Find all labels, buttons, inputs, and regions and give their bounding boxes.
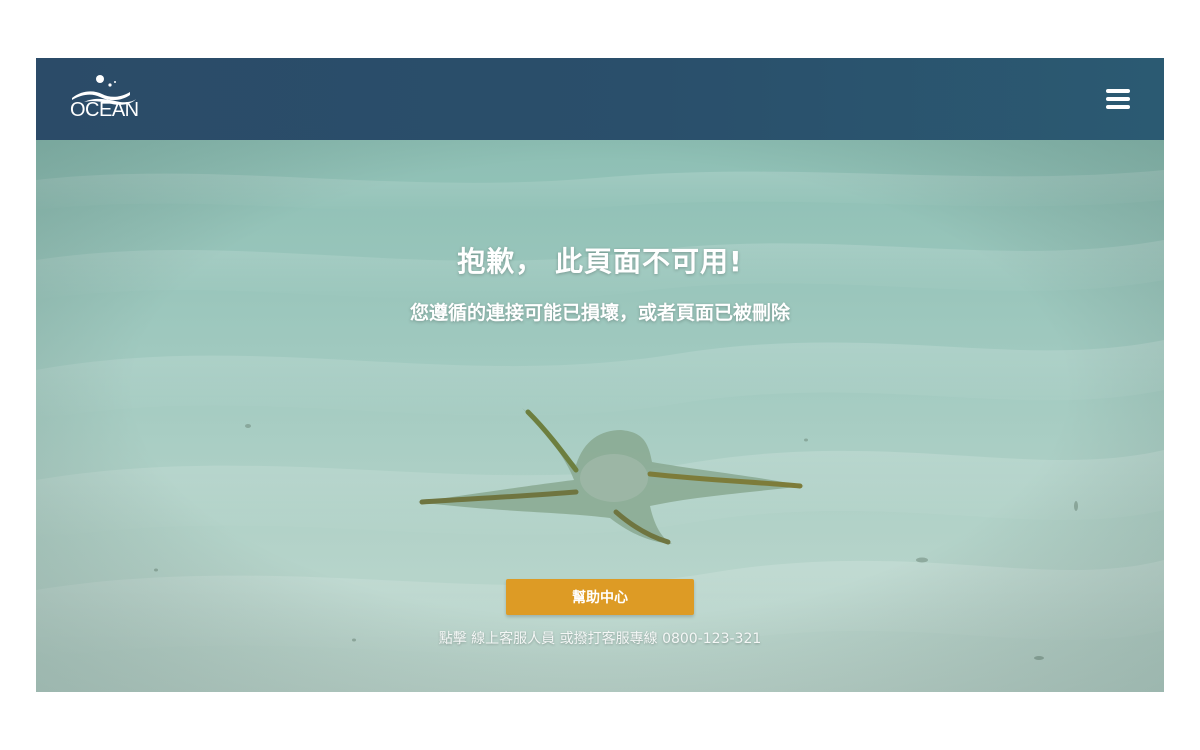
contact-info: 點擊 線上客服人員 或撥打客服專線 0800-123-321 [36, 628, 1164, 648]
hero-section: 抱歉， 此頁面不可用! 您遵循的連接可能已損壞，或者頁面已被刪除 幫助中心 點擊… [36, 140, 1164, 692]
brand-logo[interactable]: OCEAN [66, 72, 144, 124]
help-center-button[interactable]: 幫助中心 [506, 579, 694, 615]
menu-bar-bottom [1106, 105, 1130, 109]
page-frame: OCEAN 抱歉， 此頁面不可用! 您遵循的連接可能已損壞，或者頁面已被刪除 幫… [36, 58, 1164, 692]
contact-middle-text: 或撥打客服專線 [559, 631, 658, 647]
support-phone-number: 0800-123-321 [662, 631, 762, 647]
menu-bar-top [1106, 89, 1130, 93]
error-subtitle: 您遵循的連接可能已損壞，或者頁面已被刪除 [409, 302, 790, 324]
site-header: OCEAN [36, 58, 1164, 140]
live-support-link[interactable]: 線上客服人員 [471, 631, 555, 647]
hamburger-menu-button[interactable] [1106, 88, 1132, 110]
contact-prefix: 點擊 [438, 631, 467, 647]
error-title: 抱歉， 此頁面不可用! [457, 245, 743, 278]
menu-bar-middle [1106, 97, 1130, 101]
logo-text: OCEAN [70, 99, 139, 121]
